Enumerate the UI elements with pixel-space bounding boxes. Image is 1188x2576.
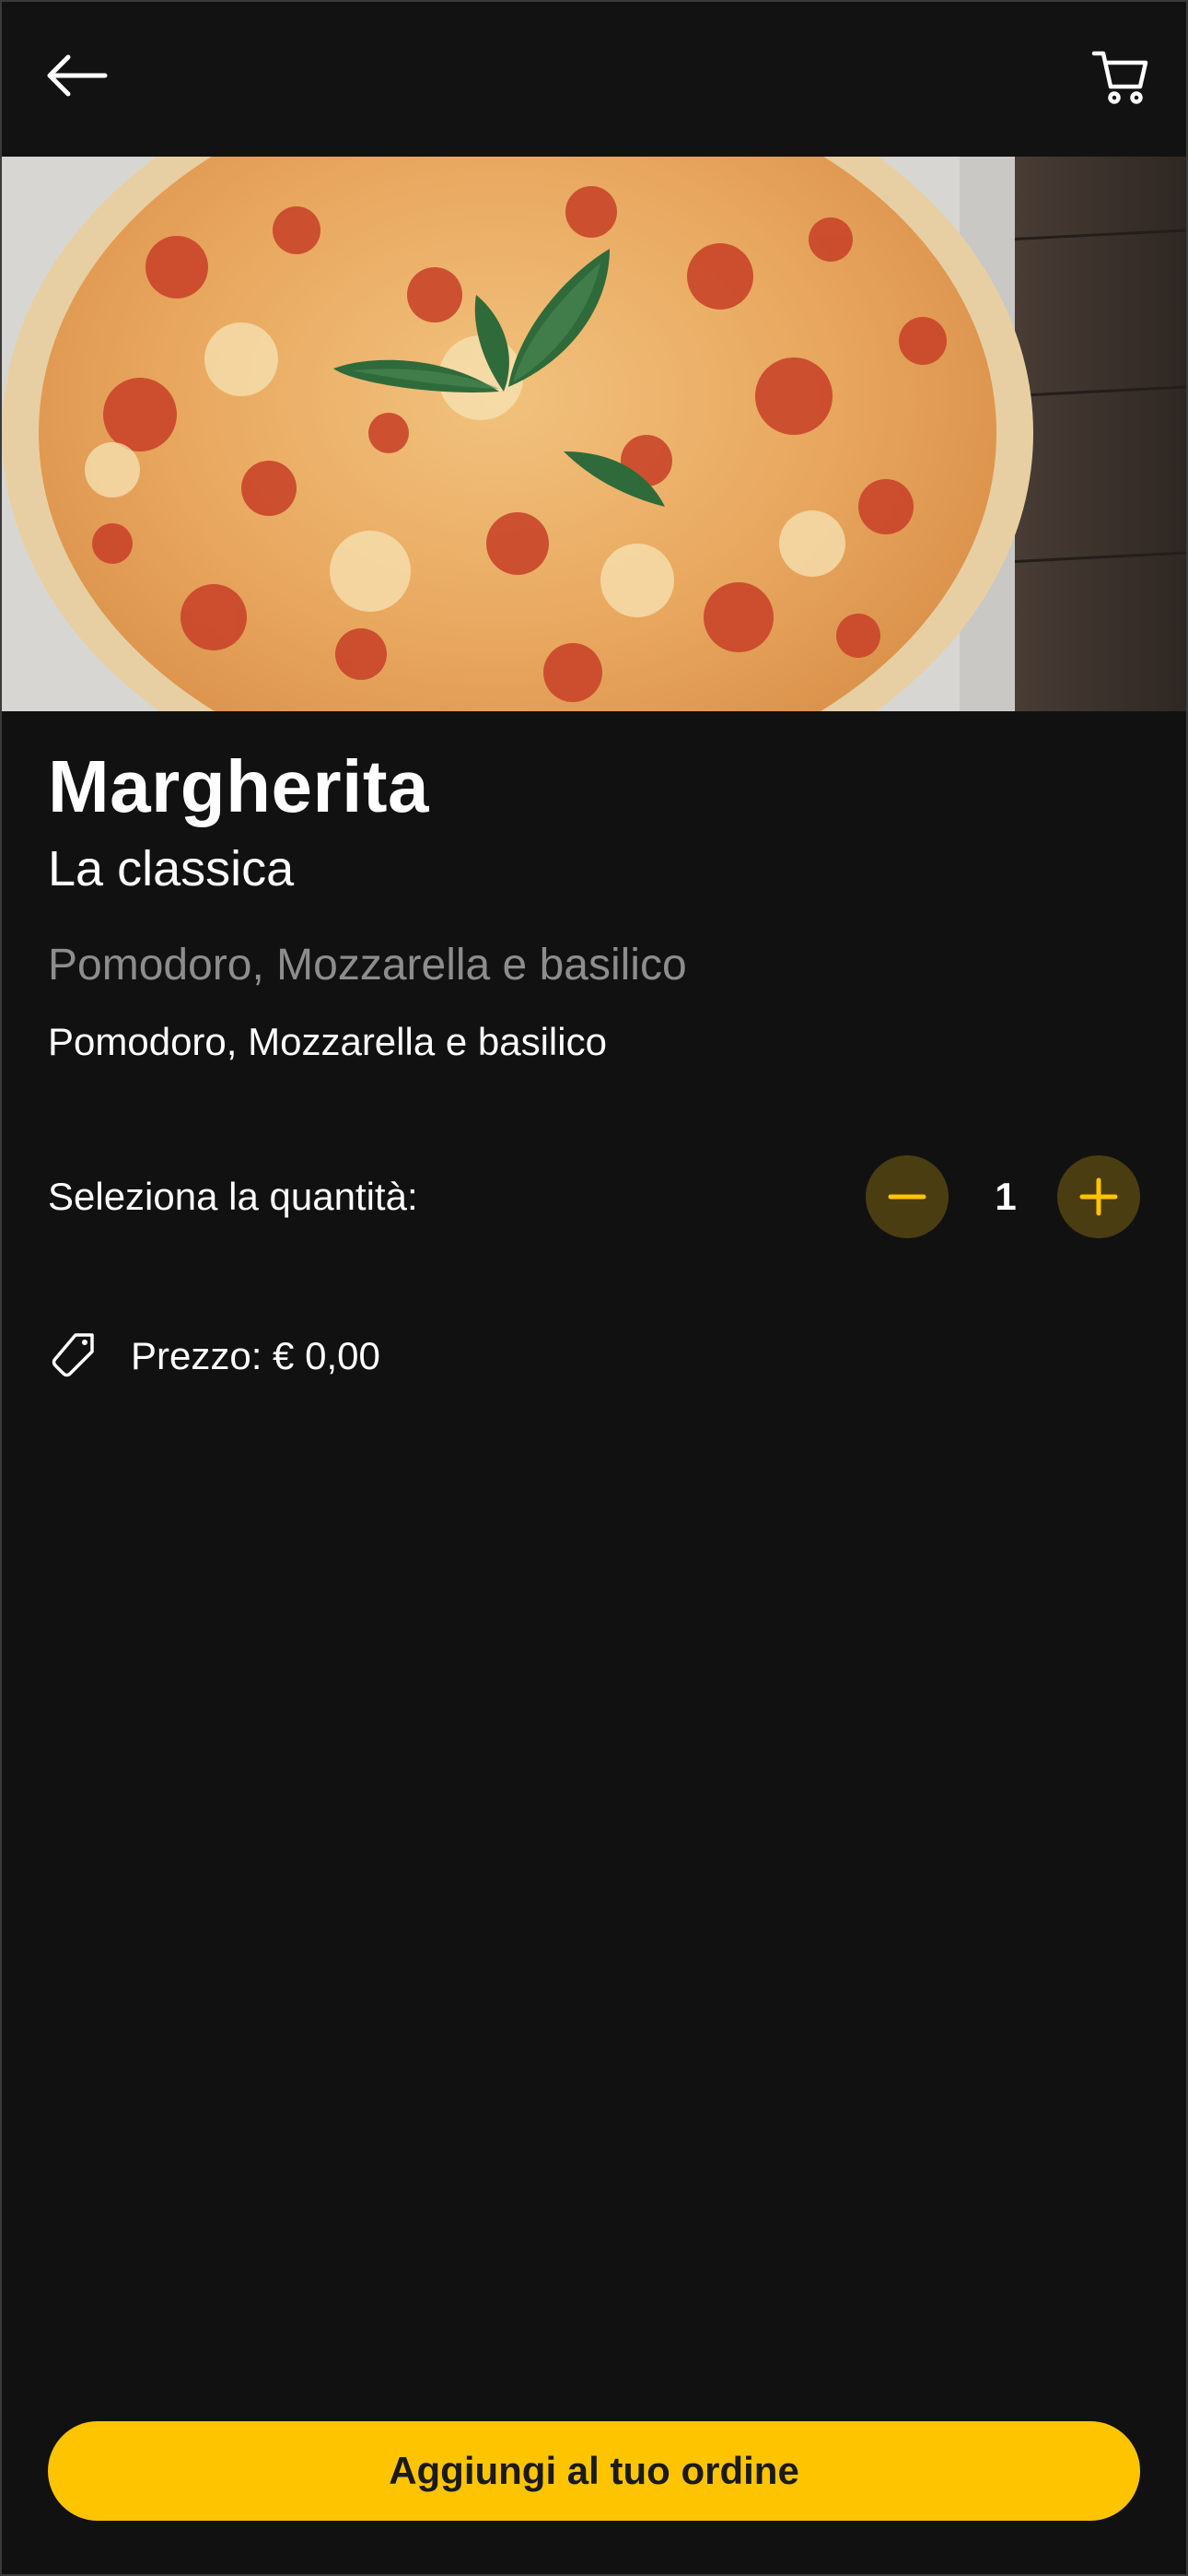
product-name: Margherita: [48, 745, 429, 827]
price-row: Prezzo: € 0,00: [48, 1329, 380, 1384]
product-subtitle: La classica: [48, 841, 295, 896]
plus-icon: [1079, 1177, 1118, 1216]
cart-icon: [1091, 51, 1148, 104]
arrow-left-icon: [47, 54, 108, 97]
quantity-value: 1: [995, 1175, 1017, 1218]
pizza-photo: [2, 157, 1186, 711]
product-ingredients-muted: Pomodoro, Mozzarella e basilico: [48, 941, 687, 989]
product-image: [2, 157, 1186, 711]
minus-icon: [888, 1194, 926, 1200]
cart-button[interactable]: [1079, 35, 1162, 118]
price-tag-icon: [52, 1333, 94, 1377]
quantity-increase-button[interactable]: [1057, 1155, 1140, 1238]
top-bar: [2, 2, 1186, 157]
quantity-label: Seleziona la quantità:: [48, 1175, 418, 1218]
product-ingredients: Pomodoro, Mozzarella e basilico: [48, 1020, 607, 1063]
back-button[interactable]: [35, 39, 118, 112]
quantity-decrease-button[interactable]: [866, 1155, 949, 1238]
price-label: Prezzo: € 0,00: [131, 1334, 380, 1377]
add-to-order-button[interactable]: Aggiungi al tuo ordine: [48, 2421, 1140, 2521]
